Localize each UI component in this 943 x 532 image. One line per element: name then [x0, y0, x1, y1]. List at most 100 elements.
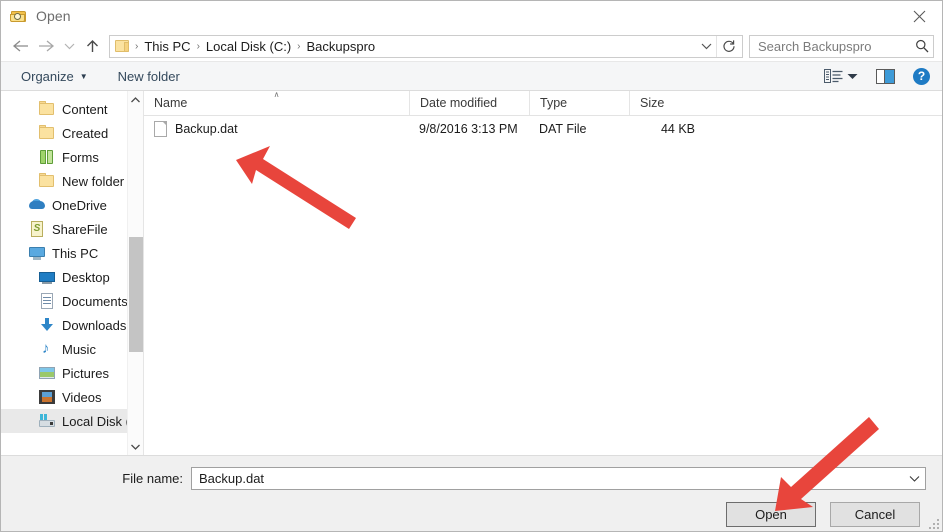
breadcrumb-item-this-pc[interactable]: This PC	[141, 39, 193, 54]
organize-button[interactable]: Organize ▼	[15, 67, 94, 86]
file-name-cell[interactable]: Backup.dat	[144, 121, 409, 137]
column-header-label: Size	[640, 96, 665, 110]
window-title: Open	[36, 8, 71, 24]
up-arrow-icon[interactable]	[79, 33, 105, 59]
scroll-down-chevron-down-icon[interactable]	[128, 438, 144, 455]
filename-chevron-down-icon[interactable]	[905, 475, 923, 482]
help-icon[interactable]: ?	[913, 67, 930, 85]
sharefile-icon: S	[29, 221, 45, 237]
drive-icon	[39, 413, 55, 429]
folder-icon	[39, 125, 55, 141]
view-dropdown-chevron-down-icon[interactable]	[844, 68, 860, 84]
cancel-button[interactable]: Cancel	[830, 502, 920, 527]
back-arrow-icon[interactable]	[7, 33, 33, 59]
table-row[interactable]: Backup.dat 9/8/2016 3:13 PM DAT File 44 …	[144, 116, 942, 142]
sidebar-item-label: This PC	[52, 245, 99, 261]
column-header-label: Type	[540, 96, 568, 110]
breadcrumb-item-backupspro[interactable]: Backupspro	[304, 39, 379, 54]
videos-icon	[39, 389, 55, 405]
breadcrumb-separator-2: ›	[297, 40, 301, 52]
open-file-dialog: Open › This PC › Local Disk (C:) › Backu…	[0, 0, 943, 532]
search-input[interactable]: Search Backupspro	[749, 34, 934, 58]
sidebar-item-label: OneDrive	[52, 197, 107, 213]
button-row: Open Cancel	[1, 492, 942, 527]
refresh-icon[interactable]	[716, 35, 740, 57]
music-icon: ♪	[42, 340, 50, 357]
open-button[interactable]: Open	[726, 502, 816, 527]
desktop-icon	[39, 269, 55, 285]
sidebar-item-new-folder[interactable]: New folder	[1, 169, 143, 193]
filename-row: File name: Backup.dat	[1, 456, 942, 492]
address-bar: › This PC › Local Disk (C:) › Backupspro…	[1, 31, 942, 61]
chevron-down-icon: ▼	[79, 71, 88, 81]
sidebar-item-forms[interactable]: Forms	[1, 145, 143, 169]
this-pc-icon	[29, 245, 45, 261]
sidebar-item-label: Created	[62, 125, 109, 141]
dialog-body: Content Created Forms New folder OneDriv…	[1, 90, 942, 455]
filename-label: File name:	[122, 470, 183, 486]
sidebar-item-label: Pictures	[62, 365, 109, 381]
sidebar-item-videos[interactable]: Videos	[1, 385, 143, 409]
file-name-label: Backup.dat	[175, 122, 238, 136]
navigation-pane-scrollbar[interactable]	[127, 91, 143, 455]
scrollbar-thumb[interactable]	[128, 236, 143, 353]
sidebar-item-local-disk-c[interactable]: Local Disk (C:)	[1, 409, 143, 433]
folder-icon	[39, 173, 55, 189]
scroll-up-chevron-up-icon[interactable]	[128, 91, 144, 108]
sidebar-item-music[interactable]: ♪ Music	[1, 337, 143, 361]
pictures-icon	[39, 365, 55, 381]
sidebar-item-label: Downloads	[62, 317, 127, 333]
address-dropdown-chevron-down-icon[interactable]	[696, 36, 716, 57]
sidebar-item-sharefile[interactable]: S ShareFile	[1, 217, 143, 241]
organize-label: Organize	[21, 68, 74, 84]
filename-input[interactable]: Backup.dat	[191, 466, 926, 490]
sidebar-item-label: Videos	[62, 389, 102, 405]
column-header-label: Name	[154, 96, 188, 110]
close-icon[interactable]	[896, 1, 942, 31]
filename-value: Backup.dat	[199, 470, 265, 486]
new-folder-button[interactable]: New folder	[112, 67, 186, 86]
file-date-modified-cell: 9/8/2016 3:13 PM	[419, 122, 518, 136]
breadcrumb-item-local-disk[interactable]: Local Disk (C:)	[203, 39, 294, 54]
recent-locations-chevron-down-icon[interactable]	[59, 33, 79, 59]
dialog-footer: File name: Backup.dat Open Cancel	[1, 455, 942, 531]
column-header-label: Date modified	[420, 96, 498, 110]
sidebar-item-pictures[interactable]: Pictures	[1, 361, 143, 385]
search-icon[interactable]	[915, 39, 929, 53]
file-rows: Backup.dat 9/8/2016 3:13 PM DAT File 44 …	[144, 116, 942, 455]
scrollbar-track[interactable]	[128, 108, 144, 438]
preview-pane-icon[interactable]	[876, 68, 895, 84]
view-layout-icon[interactable]	[824, 68, 844, 84]
sidebar-item-label: New folder	[62, 173, 125, 189]
sidebar-item-documents[interactable]: Documents	[1, 289, 143, 313]
folder-icon	[115, 40, 130, 52]
new-folder-label: New folder	[117, 68, 180, 84]
column-header-name[interactable]: ∧ Name	[144, 90, 409, 115]
sidebar-item-label: Forms	[62, 149, 99, 165]
sidebar-item-label: Music	[62, 341, 96, 357]
sidebar-item-label: Desktop	[62, 269, 110, 285]
breadcrumb[interactable]: › This PC › Local Disk (C:) › Backupspro	[109, 34, 743, 58]
sidebar-item-created[interactable]: Created	[1, 121, 143, 145]
column-header-size[interactable]: Size	[629, 91, 709, 115]
sidebar-item-downloads[interactable]: Downloads	[1, 313, 143, 337]
file-list-pane: ∧ Name Date modified Type Size Backup.da…	[144, 90, 942, 455]
breadcrumb-separator-1: ›	[196, 40, 200, 52]
navigation-pane: Content Created Forms New folder OneDriv…	[1, 91, 143, 455]
folder-icon	[39, 101, 55, 117]
sidebar-item-desktop[interactable]: Desktop	[1, 265, 143, 289]
forward-arrow-icon[interactable]	[33, 33, 59, 59]
sidebar-item-this-pc[interactable]: This PC	[1, 241, 143, 265]
sidebar-item-label: Content	[62, 101, 108, 117]
column-header-type[interactable]: Type	[529, 91, 629, 115]
sidebar-item-onedrive[interactable]: OneDrive	[1, 193, 143, 217]
sidebar-item-content[interactable]: Content	[1, 97, 143, 121]
documents-icon	[39, 293, 55, 309]
downloads-icon	[39, 317, 55, 333]
file-type-cell: DAT File	[539, 122, 587, 136]
resize-grip-icon[interactable]	[927, 517, 939, 529]
sort-ascending-caret-icon: ∧	[273, 90, 280, 99]
column-header-date-modified[interactable]: Date modified	[409, 91, 529, 115]
file-size-cell: 44 KB	[660, 122, 695, 136]
open-folder-search-icon	[10, 8, 28, 24]
